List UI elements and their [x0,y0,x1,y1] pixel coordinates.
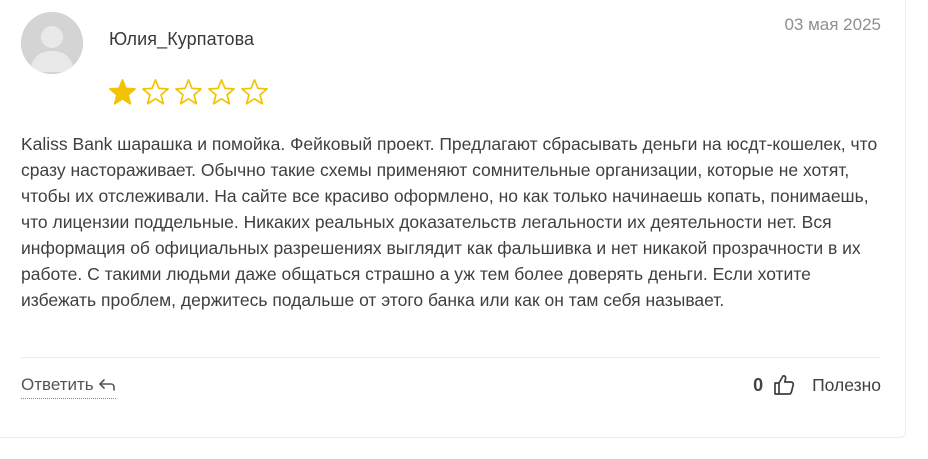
like-count: 0 [753,374,764,395]
reply-arrow-icon [98,379,115,391]
star-filled-icon [109,79,136,105]
divider [21,357,881,358]
reply-label: Ответить [21,375,94,394]
user-avatar-icon [21,12,83,74]
thumbs-up-icon[interactable] [772,373,796,397]
review-date: 03 мая 2025 [784,15,881,34]
helpful-section: 0 Полезно [753,371,881,399]
review-text: Kaliss Bank шарашка и помойка. Фейковый … [21,134,878,310]
helpful-label: Полезно [812,374,881,395]
rating-stars [108,78,269,107]
star-empty-icon [175,79,202,105]
reply-button[interactable]: Ответить [21,375,116,399]
star-empty-icon [241,79,268,105]
star-empty-icon [142,79,169,105]
avatar [21,12,83,74]
review-card: Юлия_Курпатова 03 мая 2025 Kaliss Bank ш… [0,0,906,438]
review-author: Юлия_Курпатова [109,29,255,49]
star-empty-icon [208,79,235,105]
